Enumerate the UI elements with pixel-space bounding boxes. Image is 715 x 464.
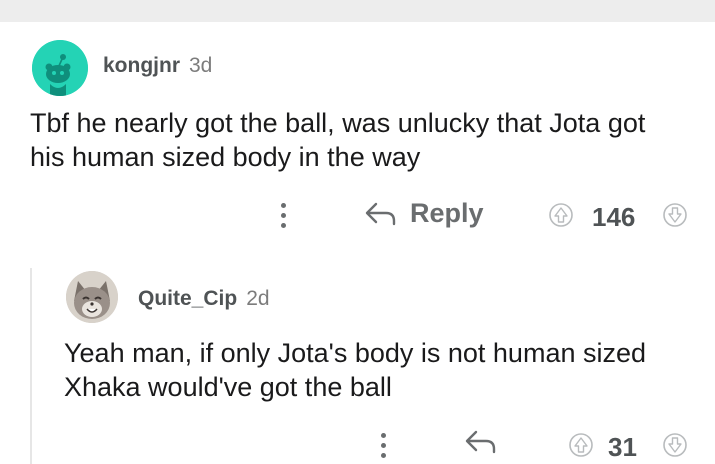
author-name[interactable]: kongjnr [103, 54, 180, 78]
avatar[interactable] [32, 40, 88, 96]
comment-body: Yeah man, if only Jota's body is not hum… [64, 338, 647, 402]
upvote-icon[interactable] [548, 202, 574, 228]
more-options-button[interactable] [378, 430, 388, 462]
cat-photo-avatar-icon [66, 271, 118, 323]
downvote-icon[interactable] [662, 432, 688, 458]
comment: Quite_Cip 2d Yeah man, if only Jota's bo… [0, 262, 715, 464]
comment: kongjnr 3d Tbf he nearly got the ball, w… [0, 22, 715, 260]
reply-button[interactable] [464, 428, 498, 456]
reply-arrow-icon [465, 430, 496, 454]
comment-actions: 31 [0, 426, 715, 464]
dot-icon [280, 223, 286, 228]
more-options-button[interactable] [278, 200, 288, 232]
author-name[interactable]: Quite_Cip [138, 287, 237, 311]
dot-icon [380, 453, 386, 458]
comment-age: 3d [189, 54, 213, 77]
dot-icon [280, 213, 286, 218]
top-divider-strip [0, 0, 715, 22]
comment-meta: Quite_Cip 2d [138, 287, 270, 311]
comment-meta: kongjnr 3d [103, 54, 212, 78]
comment-actions: Reply 146 [0, 196, 715, 236]
avatar[interactable] [66, 271, 118, 323]
upvote-icon[interactable] [568, 432, 594, 458]
reply-arrow-icon [365, 202, 396, 225]
comment-age: 2d [246, 287, 270, 310]
dot-icon [380, 443, 386, 448]
reply-button[interactable]: Reply [364, 198, 484, 229]
vote-score: 146 [592, 202, 636, 232]
vote-score: 31 [608, 432, 637, 462]
dot-icon [280, 203, 286, 208]
dot-icon [380, 433, 386, 438]
snoo-avatar-icon [32, 40, 88, 96]
comment-body: Tbf he nearly got the ball, was unlucky … [30, 108, 646, 172]
downvote-icon[interactable] [662, 202, 688, 228]
reply-label: Reply [410, 198, 484, 228]
